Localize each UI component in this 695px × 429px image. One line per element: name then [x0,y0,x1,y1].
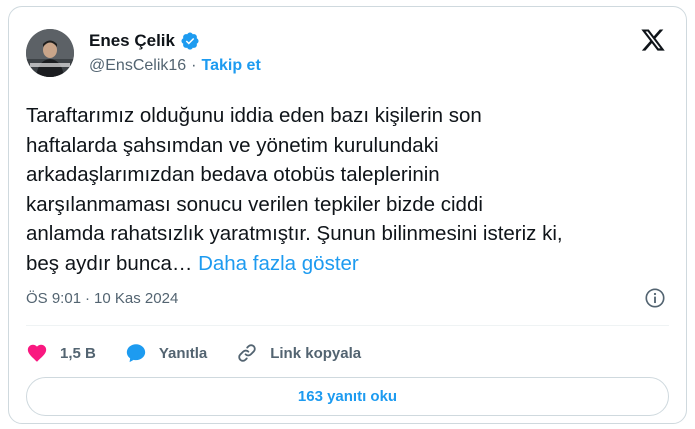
author-handle[interactable]: @EnsCelik16 [89,57,186,75]
tweet-body: Taraftarımız olduğunu iddia eden bazı ki… [26,104,563,275]
reply-button[interactable]: Yanıtla [125,342,207,364]
tweet-date: 10 Kas 2024 [94,290,179,307]
like-button[interactable]: 1,5 B [26,342,96,364]
divider [26,325,669,326]
heart-icon [27,344,47,362]
reply-bubble-icon [126,344,146,363]
copy-link-label: Link kopyala [270,344,362,362]
author-name[interactable]: Enes Çelik [89,31,175,51]
x-logo-icon[interactable] [640,27,666,53]
info-icon[interactable] [644,287,666,309]
copy-link-button[interactable]: Link kopyala [236,342,361,364]
action-bar: 1,5 B Yanıtla Link kopyala [26,338,390,368]
read-replies-button[interactable]: 163 yanıtı oku [26,377,669,416]
timestamp-separator: · [85,290,91,307]
tweet-text: Taraftarımız olduğunu iddia eden bazı ki… [26,101,676,278]
follow-button[interactable]: Takip et [202,57,261,75]
show-more-link[interactable]: Daha fazla göster [198,252,359,275]
verified-badge-icon [181,32,199,50]
tweet-card: Enes Çelik @EnsCelik16 · Takip et Taraft… [8,6,687,424]
avatar-photo-icon [26,29,74,77]
tweet-timestamp[interactable]: ÖS 9:01 · 10 Kas 2024 [26,290,178,307]
reply-label: Yanıtla [158,344,208,362]
avatar[interactable] [26,29,74,77]
link-icon [238,344,256,362]
handle-separator: · [191,57,197,74]
like-count: 1,5 B [60,344,96,362]
author-block: Enes Çelik @EnsCelik16 · Takip et [89,30,261,75]
tweet-time: ÖS 9:01 [26,290,82,307]
